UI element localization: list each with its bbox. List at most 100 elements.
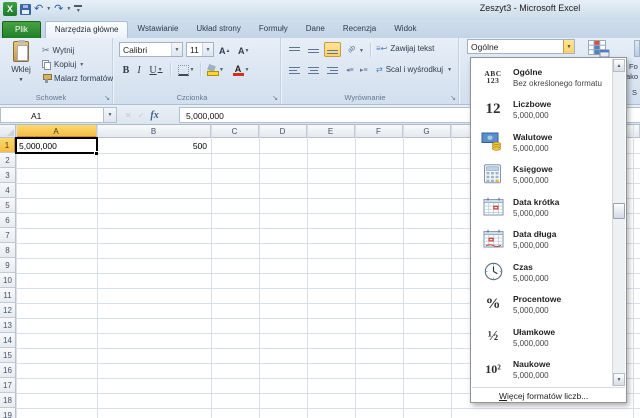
excel-logo-icon[interactable]: X — [3, 2, 17, 16]
font-color-button[interactable]: A▼ — [230, 62, 252, 78]
row-header-16[interactable]: 16 — [0, 363, 16, 378]
merge-center-button[interactable]: ⇄ Scal i wyśrodkuj ▼ — [376, 65, 452, 74]
fill-color-icon — [206, 65, 218, 76]
number-format-dropdown-icon[interactable]: ▼ — [563, 40, 574, 53]
format-option-long-date[interactable]: Data długa5,000,000 — [473, 224, 611, 256]
align-right-icon[interactable] — [324, 62, 341, 77]
column-header-D[interactable]: D — [259, 125, 307, 138]
orientation-icon[interactable]: ab — [347, 44, 357, 54]
row-header-1[interactable]: 1 — [0, 138, 16, 153]
align-center-icon[interactable] — [305, 62, 322, 77]
insert-function-icon[interactable]: fx — [150, 110, 158, 121]
row-header-11[interactable]: 11 — [0, 288, 16, 303]
align-middle-icon[interactable] — [305, 42, 322, 57]
redo-icon[interactable]: ↷ — [54, 4, 63, 15]
format-option-general[interactable]: ABC 123OgólneBez określonego formatu — [473, 61, 611, 93]
row-header-5[interactable]: 5 — [0, 198, 16, 213]
format-option-currency[interactable]: Walutowe5,000,000 — [473, 126, 611, 158]
tab-wstawianie[interactable]: Wstawianie — [128, 21, 187, 38]
font-group-label: Czcionka — [114, 93, 270, 102]
tab-plik[interactable]: Plik — [2, 21, 41, 38]
italic-button[interactable]: I — [134, 62, 144, 78]
tab-formuly[interactable]: Formuły — [250, 21, 297, 38]
row-header-4[interactable]: 4 — [0, 183, 16, 198]
tab-widok[interactable]: Widok — [385, 21, 425, 38]
format-option-percentage[interactable]: %Procentowe5,000,000 — [473, 289, 611, 321]
row-header-13[interactable]: 13 — [0, 318, 16, 333]
paste-button[interactable]: Wklej ▼ — [4, 41, 38, 93]
row-header-17[interactable]: 17 — [0, 378, 16, 393]
alignment-dialog-launcher-icon[interactable]: ↘ — [450, 94, 456, 102]
row-header-15[interactable]: 15 — [0, 348, 16, 363]
font-size-dropdown-icon[interactable]: ▼ — [202, 43, 213, 56]
format-option-name: Walutowe — [513, 132, 552, 142]
font-name-dropdown-icon[interactable]: ▼ — [171, 43, 182, 56]
column-header-B[interactable]: B — [97, 125, 211, 138]
align-top-icon[interactable] — [286, 42, 303, 57]
selection-border — [15, 137, 98, 154]
row-header-7[interactable]: 7 — [0, 228, 16, 243]
row-header-12[interactable]: 12 — [0, 303, 16, 318]
scrollbar-thumb[interactable] — [613, 203, 625, 219]
tab-narzedzia-glowne[interactable]: Narzędzia główne — [45, 21, 129, 38]
name-box[interactable]: A1 — [0, 107, 104, 123]
row-header-2[interactable]: 2 — [0, 153, 16, 168]
dropdown-scrollbar[interactable]: ▲ ▼ — [612, 59, 625, 386]
font-size-combobox[interactable]: 11 ▼ — [186, 42, 214, 57]
row-header-19[interactable]: 19 — [0, 408, 16, 418]
undo-icon[interactable]: ↶ — [34, 4, 43, 15]
align-bottom-icon[interactable] — [324, 42, 341, 57]
format-option-scientific[interactable]: 10²Naukowe5,000,000 — [473, 354, 611, 386]
fill-color-button[interactable]: ▼ — [204, 62, 226, 78]
tab-uklad-strony[interactable]: Układ strony — [187, 21, 249, 38]
font-dialog-launcher-icon[interactable]: ↘ — [272, 94, 278, 102]
cut-button[interactable]: ✂ Wytnij — [42, 44, 74, 57]
format-option-fraction[interactable]: ½Ułamkowe5,000,000 — [473, 321, 611, 353]
undo-dropdown-icon[interactable]: ▼ — [46, 6, 51, 12]
column-header-E[interactable]: E — [307, 125, 355, 138]
row-header-6[interactable]: 6 — [0, 213, 16, 228]
bold-button[interactable]: B — [120, 62, 132, 78]
column-header-G[interactable]: G — [403, 125, 451, 138]
row-header-14[interactable]: 14 — [0, 333, 16, 348]
align-left-icon[interactable] — [286, 62, 303, 77]
customize-quick-access-icon[interactable]: ▼ — [74, 5, 82, 14]
decrease-font-button[interactable]: A▼ — [238, 43, 249, 59]
number-format-combobox[interactable]: Ogólne ▼ — [467, 39, 575, 54]
tab-dane[interactable]: Dane — [297, 21, 334, 38]
format-painter-button[interactable]: Malarz formatów — [42, 72, 113, 85]
row-header-3[interactable]: 3 — [0, 168, 16, 183]
scrollbar-up-icon[interactable]: ▲ — [613, 59, 625, 72]
decrease-indent-icon[interactable]: ◂≡ — [346, 66, 354, 74]
format-option-time[interactable]: Czas5,000,000 — [473, 256, 611, 288]
copy-button[interactable]: Kopiuj ▼ — [42, 58, 84, 71]
borders-button[interactable]: ▼ — [175, 62, 197, 78]
increase-font-button[interactable]: A▲ — [219, 43, 230, 59]
general-format-icon: ABC 123 — [473, 70, 513, 84]
row-header-10[interactable]: 10 — [0, 273, 16, 288]
format-as-table-icon-sliver[interactable] — [634, 40, 640, 57]
format-option-short-date[interactable]: Data krótka5,000,000 — [473, 191, 611, 223]
tab-recenzja[interactable]: Recenzja — [334, 21, 385, 38]
font-name-combobox[interactable]: Calibri ▼ — [119, 42, 183, 57]
underline-button[interactable]: U▼ — [146, 62, 166, 78]
format-option-accounting[interactable]: Księgowe5,000,000 — [473, 159, 611, 191]
increase-indent-icon[interactable]: ▸≡ — [360, 66, 368, 74]
row-header-18[interactable]: 18 — [0, 393, 16, 408]
row-header-8[interactable]: 8 — [0, 243, 16, 258]
scrollbar-down-icon[interactable]: ▼ — [613, 373, 625, 386]
short-date-format-icon — [473, 197, 513, 218]
more-formats-item[interactable]: Więcej formatów liczb... — [471, 389, 626, 403]
column-header-F[interactable]: F — [355, 125, 403, 138]
column-header-C[interactable]: C — [211, 125, 259, 138]
name-box-dropdown-icon[interactable]: ▼ — [104, 107, 117, 123]
fill-handle[interactable] — [94, 151, 98, 155]
select-all-corner[interactable] — [0, 125, 16, 138]
cell-B1[interactable]: 500 — [99, 141, 207, 151]
row-header-9[interactable]: 9 — [0, 258, 16, 273]
save-icon[interactable] — [20, 4, 31, 15]
clipboard-dialog-launcher-icon[interactable]: ↘ — [104, 94, 110, 102]
format-option-number[interactable]: 12Liczbowe5,000,000 — [473, 94, 611, 126]
wrap-text-button[interactable]: ≡↩ Zawijaj tekst — [376, 44, 434, 53]
redo-dropdown-icon[interactable]: ▼ — [66, 6, 71, 12]
